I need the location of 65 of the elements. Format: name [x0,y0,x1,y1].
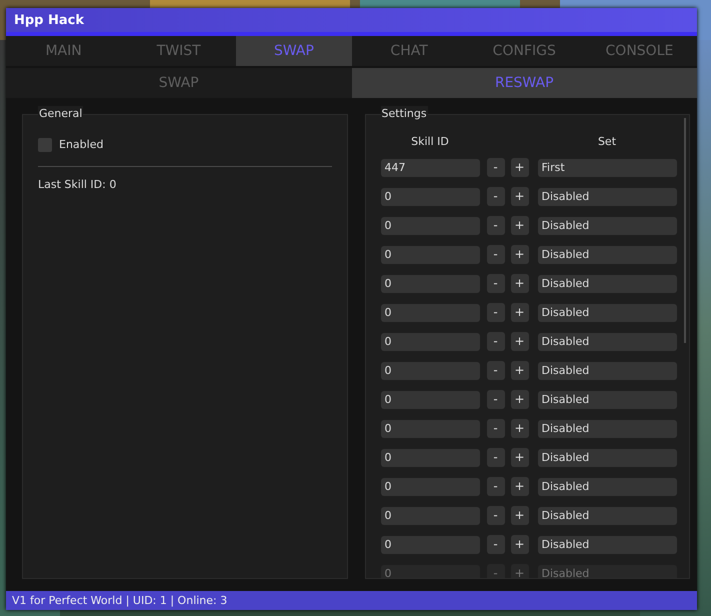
skill-id-field[interactable]: 0 [380,274,480,292]
increment-button[interactable]: + [510,332,528,351]
decrement-button[interactable]: - [486,477,504,496]
decrement-button[interactable]: - [486,245,504,264]
increment-button[interactable]: + [510,187,528,206]
decrement-button[interactable]: - [486,303,504,322]
skill-id-field[interactable]: 0 [380,536,480,554]
set-dropdown[interactable]: Disabled [538,362,676,380]
skill-id-field[interactable]: 0 [380,216,480,234]
set-dropdown[interactable]: Disabled [538,274,676,292]
decrement-button[interactable]: - [486,361,504,380]
skill-id-field[interactable]: 0 [380,362,480,380]
set-dropdown[interactable]: Disabled [538,390,676,408]
increment-button[interactable]: + [510,274,528,293]
skill-id-field[interactable]: 0 [380,246,480,264]
set-dropdown[interactable]: Disabled [538,478,676,496]
skill-id-field[interactable]: 0 [380,332,480,350]
set-dropdown[interactable]: Disabled [538,448,676,466]
increment-button[interactable]: + [510,245,528,264]
decrement-button[interactable]: - [486,448,504,467]
column-header: Set [598,135,616,148]
skill-id-field[interactable]: 0 [380,390,480,408]
increment-button[interactable]: + [510,506,528,525]
skill-id-field[interactable]: 0 [380,448,480,466]
increment-button[interactable]: + [510,158,528,177]
set-dropdown[interactable]: Disabled [538,216,676,234]
set-dropdown[interactable]: Disabled [538,304,676,322]
increment-button[interactable]: + [510,303,528,322]
decrement-button[interactable]: - [486,274,504,293]
decrement-button[interactable]: - [486,187,504,206]
skill-id-field[interactable]: 0 [380,304,480,322]
decrement-button[interactable]: - [486,158,504,177]
increment-button[interactable]: + [510,448,528,467]
increment-button[interactable]: + [510,419,528,438]
decrement-button[interactable]: - [486,419,504,438]
increment-button[interactable]: + [510,390,528,409]
decrement-button[interactable]: - [486,506,504,525]
set-dropdown[interactable]: Disabled [538,246,676,264]
skill-id-field[interactable]: 0 [380,506,480,524]
set-dropdown[interactable]: Disabled [538,188,676,206]
scrollbar[interactable] [684,118,686,343]
checkbox-label: Enabled [59,137,104,153]
decrement-button[interactable]: - [486,535,504,554]
decrement-button[interactable]: - [486,216,504,235]
set-dropdown[interactable]: Disabled [538,536,676,554]
decrement-button[interactable]: - [486,390,504,409]
checkbox[interactable] [38,138,52,152]
window-title: Hpp Hack [6,8,697,36]
skill-id-field[interactable]: 0 [380,188,480,206]
set-dropdown[interactable]: Disabled [538,332,676,350]
increment-button[interactable]: + [510,477,528,496]
status-bar: V1 for Perfect World | UID: 1 | Online: 3 [6,591,697,610]
set-dropdown[interactable]: Disabled [538,420,676,438]
group-title: Settings [380,106,428,122]
increment-button[interactable]: + [510,361,528,380]
increment-button[interactable]: + [510,535,528,554]
increment-button[interactable]: + [510,216,528,235]
decrement-button[interactable]: - [486,332,504,351]
set-dropdown[interactable]: First [538,158,676,176]
skill-id-field[interactable]: 0 [380,478,480,496]
skill-id-field[interactable]: 0 [380,420,480,438]
set-dropdown[interactable]: Disabled [538,506,676,524]
last-skill-label: Last Skill ID: 0 [38,178,116,190]
skill-id-field[interactable]: 447 [380,158,480,176]
column-header: Skill ID [411,135,449,148]
